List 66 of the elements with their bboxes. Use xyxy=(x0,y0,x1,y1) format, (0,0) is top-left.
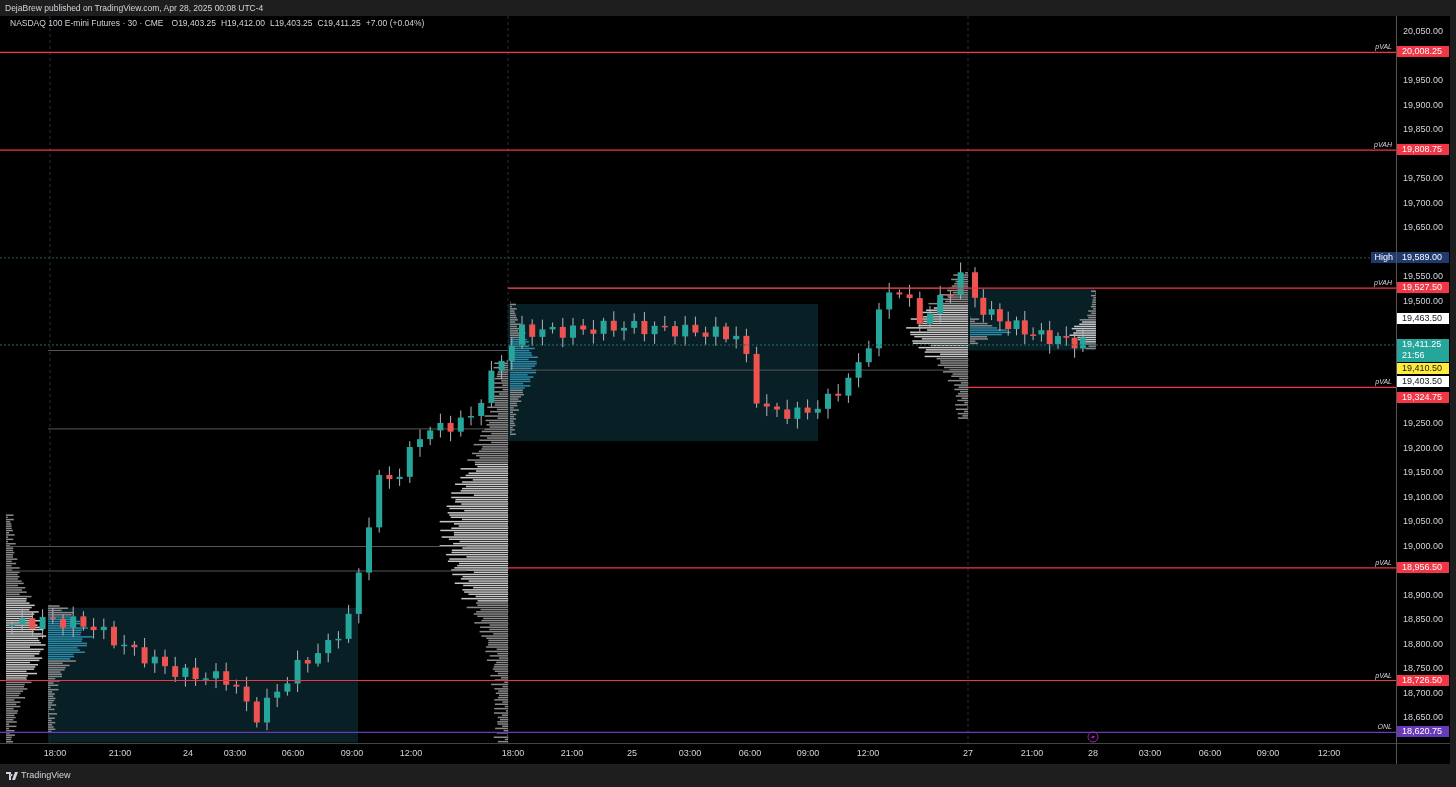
price-tick: 18,750.00 xyxy=(1403,664,1444,673)
logo-icon xyxy=(6,771,18,780)
price-tick: 19,900.00 xyxy=(1403,100,1444,110)
time-tick: 03:00 xyxy=(678,749,702,758)
time-tick: 21:00 xyxy=(560,749,584,758)
lightning-icon[interactable] xyxy=(1087,731,1099,743)
price-tick: 19,500.00 xyxy=(1403,296,1444,306)
price-badge: 19,527.50 xyxy=(1397,282,1449,293)
time-tick: 06:00 xyxy=(1198,749,1222,758)
price-tick: 19,050.00 xyxy=(1403,517,1444,526)
price-badge: 19,808.75 xyxy=(1397,144,1449,156)
price-tick: 18,700.00 xyxy=(1403,688,1444,698)
price-tick: 19,750.00 xyxy=(1403,174,1444,183)
last-price: 19,411.25 xyxy=(1402,339,1443,350)
time-tick: 25 xyxy=(627,749,637,758)
time-tick: 12:00 xyxy=(856,749,880,758)
price-tick: 18,800.00 xyxy=(1403,639,1444,649)
time-tick: 21:00 xyxy=(1020,749,1044,758)
price-badge: 19,324.75 xyxy=(1397,392,1449,404)
bar-countdown: 21:56 xyxy=(1402,350,1426,361)
symbol-title: NASDAQ 100 E-mini Futures · 30 · CME xyxy=(10,19,164,28)
price-badge: 18,956.50 xyxy=(1397,561,1449,573)
price-tick: 19,000.00 xyxy=(1403,541,1444,551)
ohlc-value: L19,403.25 xyxy=(269,19,313,28)
time-tick: 28 xyxy=(1088,749,1098,758)
time-tick: 12:00 xyxy=(399,749,423,758)
high-label: High xyxy=(1371,251,1396,263)
time-tick: 18:00 xyxy=(43,749,67,758)
time-tick: 03:00 xyxy=(223,749,247,758)
time-tick: 09:00 xyxy=(796,749,820,758)
price-tick: 19,700.00 xyxy=(1403,198,1444,208)
time-tick: 12:00 xyxy=(1317,749,1341,758)
time-tick: 06:00 xyxy=(281,749,305,758)
price-tick: 19,150.00 xyxy=(1403,468,1444,477)
price-badge: 19,589.00 xyxy=(1397,251,1449,263)
price-tick: 18,900.00 xyxy=(1403,590,1444,600)
price-badge: 18,620.75 xyxy=(1397,726,1449,738)
price-badge: 20,008.25 xyxy=(1397,46,1449,58)
time-tick: 24 xyxy=(183,749,193,758)
price-tick: 19,850.00 xyxy=(1403,125,1444,134)
price-tick: 18,850.00 xyxy=(1403,615,1444,624)
price-tick: 19,550.00 xyxy=(1403,272,1444,281)
publish-info: DejaBrew published on TradingView.com, Apr 28, 2025 00:08 UTC-4 xyxy=(5,1,264,15)
price-tick: 19,250.00 xyxy=(1403,419,1444,428)
price-tick: 19,200.00 xyxy=(1403,443,1444,453)
price-tick: 19,100.00 xyxy=(1403,492,1444,502)
price-badge: 19,410.50 xyxy=(1397,362,1449,374)
ohlc-value: +7.00 (+0.04%) xyxy=(365,19,425,28)
price-tick: 19,950.00 xyxy=(1403,76,1444,85)
logo-text: TradingView xyxy=(21,768,71,782)
price-tick: 20,050.00 xyxy=(1403,27,1444,36)
time-tick: 18:00 xyxy=(501,749,525,758)
ohlc-value: O19,403.25 xyxy=(171,19,216,28)
time-tick: 09:00 xyxy=(340,749,364,758)
price-badge: 19,463.50 xyxy=(1397,313,1449,325)
time-tick: 06:00 xyxy=(738,749,762,758)
price-badge: 18,726.50 xyxy=(1397,674,1449,686)
price-tick: 18,650.00 xyxy=(1403,713,1444,722)
price-badge: 19,403.50 xyxy=(1397,376,1449,387)
time-tick: 09:00 xyxy=(1256,749,1280,758)
price-tick: 19,650.00 xyxy=(1403,223,1444,232)
time-tick: 27 xyxy=(963,749,973,758)
ohlc-value: H19,412.00 xyxy=(220,19,265,28)
time-tick: 03:00 xyxy=(1138,749,1162,758)
time-tick: 21:00 xyxy=(108,749,132,758)
ohlc-value: C19,411.25 xyxy=(317,19,361,28)
